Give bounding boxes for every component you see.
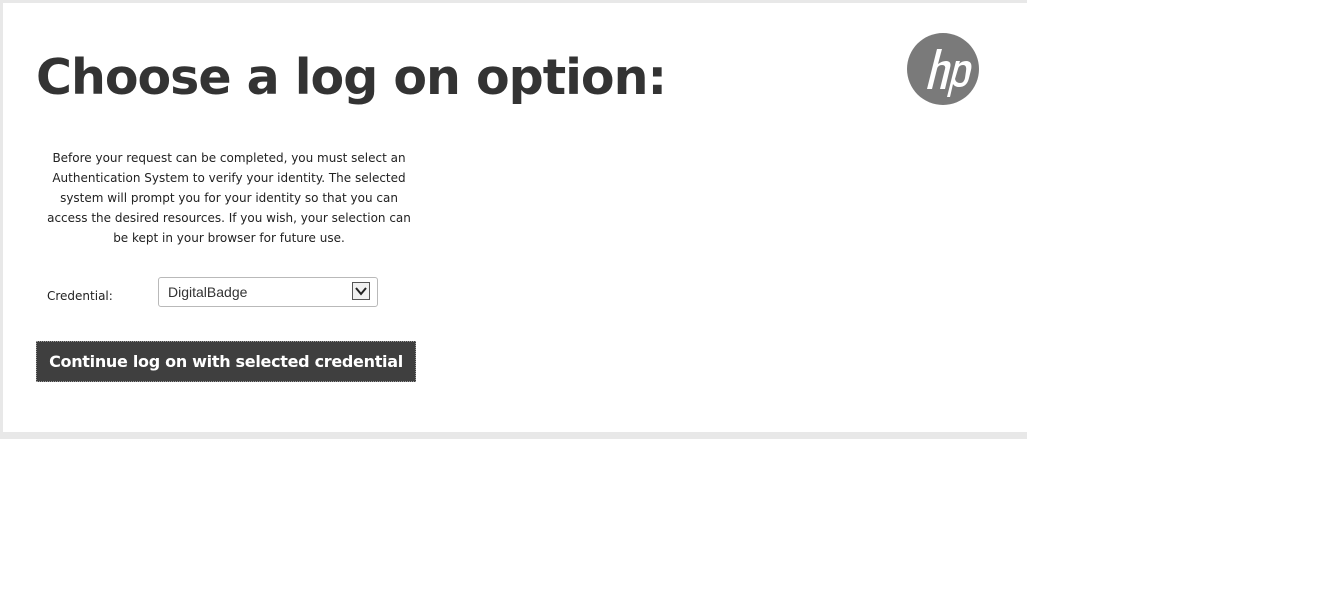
credential-select-value: DigitalBadge bbox=[168, 284, 248, 300]
page-frame: Choose a log on option: Before your requ… bbox=[0, 0, 1027, 439]
intro-text: Before your request can be completed, yo… bbox=[47, 151, 411, 245]
credential-select[interactable]: DigitalBadge bbox=[158, 277, 378, 307]
hp-logo-icon bbox=[907, 33, 979, 105]
continue-log-on-button[interactable]: Continue log on with selected credential bbox=[36, 341, 416, 382]
hp-logo bbox=[907, 33, 979, 105]
page-title: Choose a log on option: bbox=[36, 49, 667, 106]
dropdown-arrow-button[interactable] bbox=[352, 282, 370, 300]
credential-label: Credential: bbox=[47, 289, 113, 303]
login-panel: Choose a log on option: Before your requ… bbox=[3, 3, 1027, 432]
chevron-down-icon bbox=[355, 287, 367, 296]
